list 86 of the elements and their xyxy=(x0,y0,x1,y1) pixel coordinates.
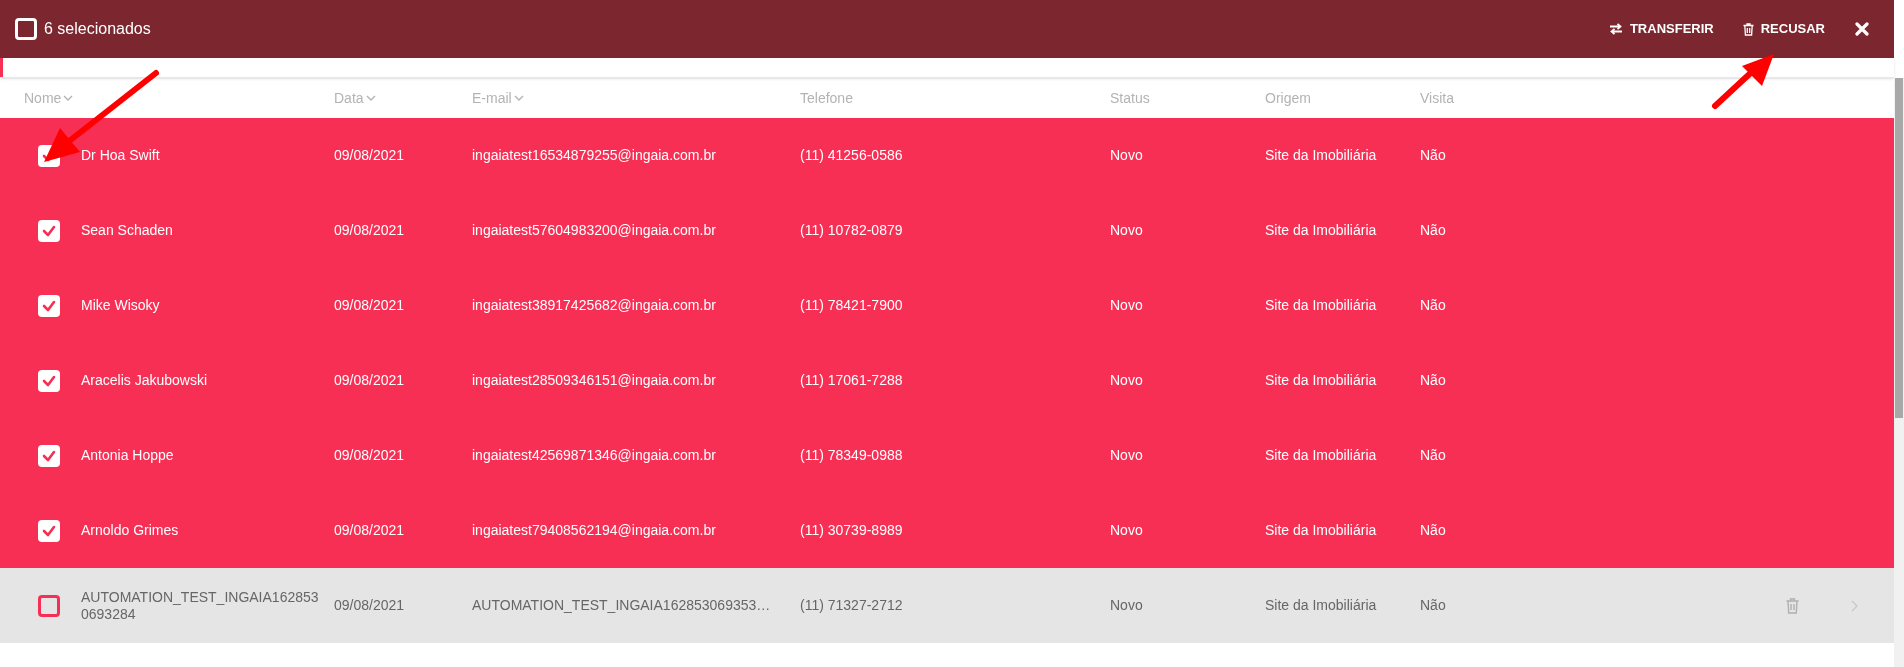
table-cell: Novo xyxy=(1110,147,1143,164)
chevron-down-icon xyxy=(513,95,524,101)
check-icon xyxy=(41,223,56,238)
table-cell: Não xyxy=(1420,372,1446,389)
table-cell: Dr Hoa Swift xyxy=(81,147,160,164)
table-row[interactable]: Arnoldo Grimes 09/08/2021 ingaiatest79408562194@ingaia.com.br (11) 30739-8989 Novo Site da Imobiliária Não xyxy=(0,493,1894,568)
checkbox[interactable] xyxy=(37,444,60,467)
table-cell: (11) 41256-0586 xyxy=(800,147,903,164)
table-row[interactable]: Mike Wisoky 09/08/2021 ingaiatest38917425682@ingaia.com.br (11) 78421-7900 Novo Site da Imobiliária Não xyxy=(0,268,1894,343)
chevron-down-icon xyxy=(63,95,74,101)
table-cell: (11) 30739-8989 xyxy=(800,522,903,539)
checkbox[interactable] xyxy=(37,219,60,242)
table-cell: Novo xyxy=(1110,297,1143,314)
table-cell: Site da Imobiliária xyxy=(1265,147,1377,164)
table-cell: Não xyxy=(1420,147,1446,164)
table-cell: Não xyxy=(1420,597,1446,614)
table-cell: (11) 78421-7900 xyxy=(800,297,903,314)
column-header: Visita xyxy=(1420,88,1454,108)
table-cell: Não xyxy=(1420,522,1446,539)
selection-count: 6 selecionados xyxy=(44,19,151,39)
table-cell: Site da Imobiliária xyxy=(1265,447,1377,464)
trash-icon xyxy=(1742,22,1754,36)
column-header: Status xyxy=(1110,88,1150,108)
reject-button[interactable]: RECUSAR xyxy=(1742,19,1825,39)
table-cell: ingaiatest38917425682@ingaia.com.br xyxy=(472,297,716,314)
check-icon xyxy=(41,373,56,388)
table-cell: ingaiatest79408562194@ingaia.com.br xyxy=(472,522,716,539)
table-cell: Não xyxy=(1420,297,1446,314)
table-cell: Aracelis Jakubowski xyxy=(81,372,208,389)
table-cell-text: AUTOMATION_TEST_INGAIA1628530693284 xyxy=(81,588,320,623)
table-row[interactable]: Aracelis Jakubowski 09/08/2021 ingaiatest28509346151@ingaia.com.br (11) 17061-7288 Novo Site da Imobiliária Não xyxy=(0,343,1894,418)
table-cell: AUTOMATION_TEST_INGAIA162853069353… xyxy=(472,597,771,614)
table-cell: 09/08/2021 xyxy=(334,297,405,314)
column-header: Telefone xyxy=(800,88,853,108)
chevron-down-icon xyxy=(365,95,376,101)
table-cell: Novo xyxy=(1110,447,1143,464)
close-button[interactable] xyxy=(1854,21,1870,37)
table-cell: Site da Imobiliária xyxy=(1265,372,1377,389)
table-cell: ingaiatest28509346151@ingaia.com.br xyxy=(472,372,716,389)
table-row[interactable]: AUTOMATION_TEST_INGAIA1628530693284 09/08/2021 AUTOMATION_TEST_INGAIA162853069353… (11) 71327-2712 Novo Site da Imobiliária Não xyxy=(0,568,1894,643)
column-header: Origem xyxy=(1265,88,1311,108)
table-cell: (11) 71327-2712 xyxy=(800,597,903,614)
table-cell: 09/08/2021 xyxy=(334,147,405,164)
table-row[interactable]: Dr Hoa Swift 09/08/2021 ingaiatest16534879255@ingaia.com.br (11) 41256-0586 Novo Site da Imobiliária Não xyxy=(0,118,1894,193)
column-header[interactable]: Nome xyxy=(24,87,74,109)
table-cell: Novo xyxy=(1110,222,1143,239)
table-cell: Site da Imobiliária xyxy=(1265,597,1377,614)
close-icon xyxy=(1855,22,1869,36)
table-cell: Site da Imobiliária xyxy=(1265,522,1377,539)
table-cell: ingaiatest16534879255@ingaia.com.br xyxy=(472,147,716,164)
table-cell: Não xyxy=(1420,447,1446,464)
table-cell: 09/08/2021 xyxy=(334,597,405,614)
check-icon xyxy=(41,298,56,313)
table-cell: Novo xyxy=(1110,597,1143,614)
table-cell: (11) 10782-0879 xyxy=(800,222,903,239)
table-cell: 09/08/2021 xyxy=(334,222,405,239)
checkbox[interactable] xyxy=(37,519,60,542)
accent-strip xyxy=(0,58,3,77)
table-cell: ingaiatest42569871346@ingaia.com.br xyxy=(472,447,716,464)
check-icon xyxy=(41,523,56,538)
checkbox[interactable] xyxy=(37,594,60,617)
table-cell: 09/08/2021 xyxy=(334,447,405,464)
table-cell: 09/08/2021 xyxy=(334,522,405,539)
scrollbar-thumb[interactable] xyxy=(1895,78,1903,418)
table-cell: Sean Schaden xyxy=(81,222,173,239)
check-icon xyxy=(41,448,56,463)
table-cell: Não xyxy=(1420,222,1446,239)
transfer-button[interactable]: TRANSFERIR xyxy=(1608,19,1714,39)
table-cell: Site da Imobiliária xyxy=(1265,297,1377,314)
table-cell: (11) 78349-0988 xyxy=(800,447,903,464)
column-header[interactable]: Data xyxy=(334,87,376,109)
table-row[interactable]: Antonia Hoppe 09/08/2021 ingaiatest42569871346@ingaia.com.br (11) 78349-0988 Novo Site da Imobiliária Não xyxy=(0,418,1894,493)
table-cell: Site da Imobiliária xyxy=(1265,222,1377,239)
column-header[interactable]: E-mail xyxy=(472,87,524,109)
table-cell: Antonia Hoppe xyxy=(81,447,174,464)
table-cell: ingaiatest57604983200@ingaia.com.br xyxy=(472,222,716,239)
table-cell: Novo xyxy=(1110,522,1143,539)
checkbox[interactable] xyxy=(37,369,60,392)
table-cell: 09/08/2021 xyxy=(334,372,405,389)
checkbox[interactable] xyxy=(37,294,60,317)
swap-arrows-icon xyxy=(1608,23,1623,35)
table-cell: (11) 17061-7288 xyxy=(800,372,903,389)
table-row[interactable]: Sean Schaden 09/08/2021 ingaiatest57604983200@ingaia.com.br (11) 10782-0879 Novo Site da Imobiliária Não xyxy=(0,193,1894,268)
table-cell: Novo xyxy=(1110,372,1143,389)
table-cell: Arnoldo Grimes xyxy=(81,522,179,539)
table-cell: Mike Wisoky xyxy=(81,297,160,314)
